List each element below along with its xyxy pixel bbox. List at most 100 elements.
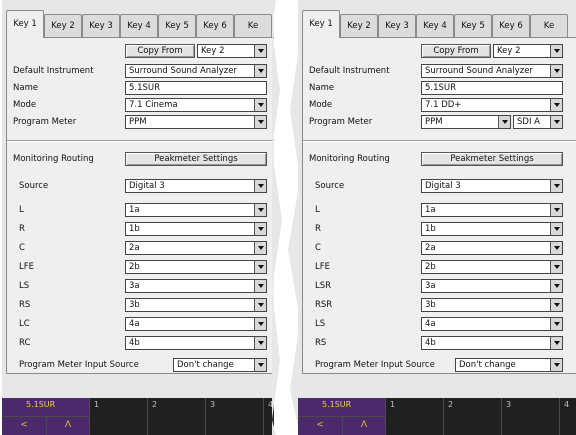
tab-key-4[interactable]: Key 4 (416, 14, 454, 37)
program-meter-input-select[interactable]: SDI A (513, 115, 563, 129)
routing-channel-select[interactable]: 1b (421, 222, 563, 236)
chevron-down-icon (254, 99, 266, 111)
tab-key-3[interactable]: Key 3 (82, 14, 120, 37)
pm-input-source-select[interactable]: Don't change (455, 358, 563, 372)
chevron-down-icon (254, 359, 266, 371)
chevron-down-icon (550, 116, 562, 128)
arrow-up-icon[interactable]: Λ (342, 417, 386, 435)
copy-from-button[interactable]: Copy From (421, 44, 491, 58)
softkey-4[interactable]: 3 (206, 398, 264, 435)
routing-channel-label: RS (315, 338, 327, 348)
tab-key-7[interactable]: Ke (530, 14, 568, 37)
peakmeter-settings-button[interactable]: Peakmeter Settings (125, 152, 267, 166)
peakmeter-settings-button[interactable]: Peakmeter Settings (421, 152, 563, 166)
program-meter-select[interactable]: PPM (125, 115, 267, 129)
softkey-3[interactable]: 2 (148, 398, 206, 435)
routing-channel-select[interactable]: 4a (421, 317, 563, 331)
routing-channel-label: LFE (315, 262, 330, 272)
routing-channel-select[interactable]: 1b (125, 222, 267, 236)
copy-from-value: Key 2 (497, 46, 521, 56)
routing-channel-select[interactable]: 2a (125, 241, 267, 255)
copy-from-select[interactable]: Key 2 (197, 44, 267, 58)
routing-channel-select[interactable]: 2b (125, 260, 267, 274)
mode-select[interactable]: 7.1 DD+ (421, 98, 563, 112)
tab-key-6[interactable]: Key 6 (196, 14, 234, 37)
program-meter-select[interactable]: PPM (421, 115, 511, 129)
default-instrument-label: Default Instrument (309, 66, 390, 76)
source-select[interactable]: Digital 3 (421, 179, 563, 193)
routing-channel-select[interactable]: 2a (421, 241, 563, 255)
copy-from-select[interactable]: Key 2 (493, 44, 563, 58)
tab-key-1[interactable]: Key 1 (6, 10, 44, 38)
routing-channel-select[interactable]: 2b (421, 260, 563, 274)
chevron-down-icon (254, 280, 266, 292)
tab-key-3[interactable]: Key 3 (378, 14, 416, 37)
routing-channel-select[interactable]: 4b (125, 336, 267, 350)
chevron-down-icon (254, 45, 266, 57)
routing-channel-select[interactable]: 3b (421, 298, 563, 312)
softkey-5-label: 4 (564, 400, 570, 409)
pm-input-source-select[interactable]: Don't change (173, 358, 267, 372)
tab-key-7[interactable]: Ke (234, 14, 272, 37)
softkey-3-label: 2 (152, 400, 158, 409)
softkey-1-arrows: < Λ (2, 416, 89, 435)
name-field[interactable]: 5.1SUR (421, 81, 563, 95)
tab-key-4[interactable]: Key 4 (120, 14, 158, 37)
softkey-1[interactable]: 5.1SUR < Λ (298, 398, 386, 435)
routing-channel-label: L (315, 205, 320, 215)
softkey-5[interactable]: 4 (560, 398, 576, 435)
routing-channel-select[interactable]: 3a (421, 279, 563, 293)
tab-key-6[interactable]: Key 6 (492, 14, 530, 37)
routing-channel-select[interactable]: 1a (421, 203, 563, 217)
source-select[interactable]: Digital 3 (125, 179, 267, 193)
copy-from-button[interactable]: Copy From (125, 44, 195, 58)
pm-input-source-value: Don't change (177, 360, 234, 370)
softkey-2[interactable]: 1 (386, 398, 444, 435)
routing-channel-select[interactable]: 3b (125, 298, 267, 312)
chevron-down-icon (254, 242, 266, 254)
chevron-down-icon (550, 180, 562, 192)
softkey-3[interactable]: 2 (444, 398, 502, 435)
routing-channel-label: RSR (315, 300, 333, 310)
tab-key-2[interactable]: Key 2 (44, 14, 82, 37)
softkey-bar: 5.1SUR < Λ 1 2 3 4 (2, 398, 274, 435)
mode-select[interactable]: 7.1 Cinema (125, 98, 267, 112)
tab-content: Copy From Key 2 Default Instrument Surro… (6, 37, 274, 374)
routing-channel-label: R (19, 224, 25, 234)
routing-channel-label: RC (19, 338, 31, 348)
arrow-left-icon[interactable]: < (298, 417, 343, 435)
name-label: Name (309, 83, 335, 93)
routing-channel-value: 1b (129, 224, 140, 234)
routing-channel-value: 4b (425, 338, 436, 348)
default-instrument-value: Surround Sound Analyzer (129, 66, 237, 76)
routing-channel-select[interactable]: 3a (125, 279, 267, 293)
settings-panel-left: Key 1 Key 2 Key 3 Key 4 Key 5 Key 6 Ke C… (2, 0, 274, 435)
softkey-1-label: 5.1SUR (322, 400, 352, 409)
chevron-down-icon (254, 180, 266, 192)
chevron-down-icon (550, 204, 562, 216)
arrow-up-icon[interactable]: Λ (46, 417, 90, 435)
softkey-4[interactable]: 3 (502, 398, 560, 435)
arrow-left-icon[interactable]: < (2, 417, 47, 435)
routing-channel-value: 4a (129, 319, 140, 329)
divider (303, 140, 576, 142)
tab-key-1[interactable]: Key 1 (302, 10, 340, 38)
softkey-4-label: 3 (506, 400, 512, 409)
routing-channel-value: 4b (129, 338, 140, 348)
program-meter-label: Program Meter (309, 117, 373, 127)
tab-key-2[interactable]: Key 2 (340, 14, 378, 37)
default-instrument-select[interactable]: Surround Sound Analyzer (125, 64, 267, 78)
default-instrument-select[interactable]: Surround Sound Analyzer (421, 64, 563, 78)
softkey-2-label: 1 (94, 400, 100, 409)
softkey-1[interactable]: 5.1SUR < Λ (2, 398, 90, 435)
routing-channel-select[interactable]: 4a (125, 317, 267, 331)
tab-key-5[interactable]: Key 5 (454, 14, 492, 37)
routing-channel-select[interactable]: 1a (125, 203, 267, 217)
pm-input-source-label: Program Meter Input Source (19, 360, 139, 370)
routing-channel-select[interactable]: 4b (421, 336, 563, 350)
default-instrument-value: Surround Sound Analyzer (425, 66, 533, 76)
tab-key-5[interactable]: Key 5 (158, 14, 196, 37)
softkey-2[interactable]: 1 (90, 398, 148, 435)
name-field[interactable]: 5.1SUR (125, 81, 267, 95)
chevron-down-icon (498, 116, 510, 128)
